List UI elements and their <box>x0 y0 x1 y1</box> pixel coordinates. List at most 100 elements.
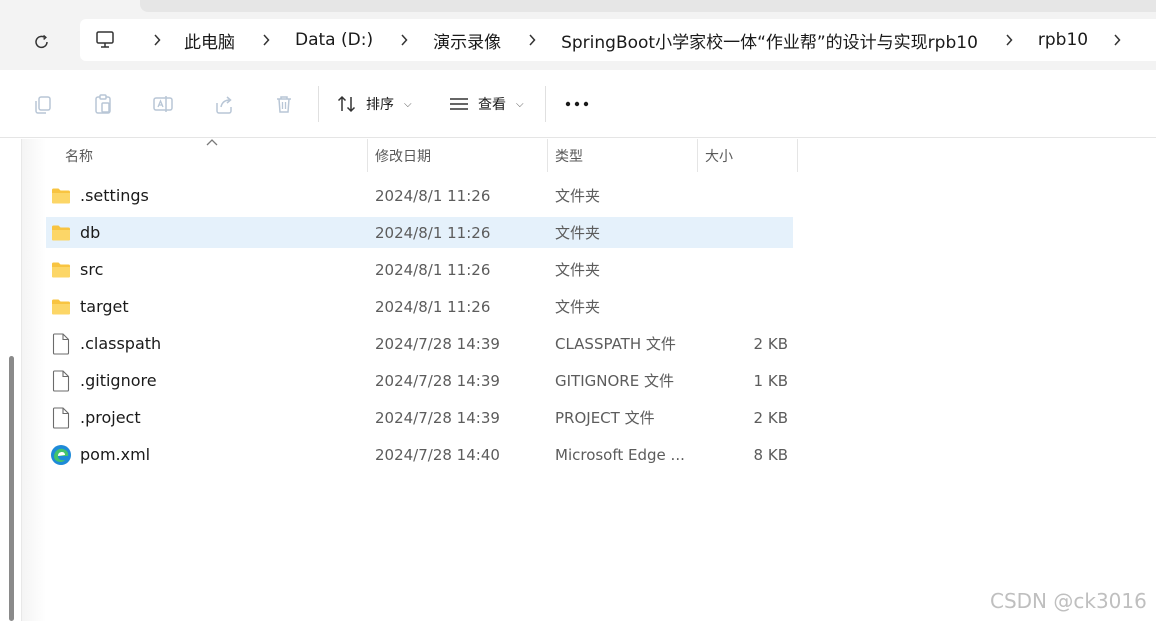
file-modified-date: 2024/8/1 11:26 <box>375 297 491 316</box>
chevron-right-icon[interactable] <box>1102 33 1132 47</box>
file-icon <box>50 332 72 355</box>
rename-button[interactable] <box>151 92 175 116</box>
folder-icon <box>50 185 72 207</box>
address-bar[interactable]: 此电脑 Data (D:) 演示录像 SpringBoot小学家校一体“作业帮”… <box>80 19 1156 61</box>
chevron-right-icon[interactable] <box>142 33 172 47</box>
breadcrumb-project[interactable]: SpringBoot小学家校一体“作业帮”的设计与实现rpb10 <box>561 28 978 53</box>
nav-scrollbar[interactable] <box>9 356 14 621</box>
file-name-cell[interactable]: db <box>50 217 100 248</box>
column-header-size[interactable]: 大小 <box>697 139 798 172</box>
file-icon <box>50 406 72 429</box>
file-size <box>697 291 788 322</box>
file-row[interactable]: .gitignore 2024/7/28 14:39 GITIGNORE 文件 1 K… <box>46 365 793 396</box>
file-type: 文件夹 <box>555 224 601 242</box>
view-icon <box>450 98 468 110</box>
folder-icon <box>50 296 72 318</box>
column-header-name[interactable]: 名称 <box>57 139 368 172</box>
file-row[interactable]: target 2024/8/1 11:26 文件夹 <box>46 291 793 322</box>
sort-button[interactable]: 排序 ⌵ <box>336 90 412 118</box>
file-modified-date: 2024/8/1 11:26 <box>375 186 491 205</box>
watermark: CSDN @ck3016 <box>990 589 1147 613</box>
file-size: 2 KB <box>753 334 788 353</box>
file-modified-date: 2024/7/28 14:39 <box>375 371 500 390</box>
view-button[interactable]: 查看 ⌵ <box>448 90 524 118</box>
file-row[interactable]: pom.xml 2024/7/28 14:40 Microsoft Edge ...… <box>46 439 793 470</box>
file-name: target <box>80 297 129 316</box>
file-name: .classpath <box>80 334 162 353</box>
more-icon <box>565 101 589 107</box>
copy-icon <box>35 96 51 114</box>
file-row[interactable]: db 2024/8/1 11:26 文件夹 <box>46 217 793 248</box>
file-row[interactable]: .classpath 2024/7/28 14:39 CLASSPATH 文件 2 K… <box>46 328 793 359</box>
file-size: 2 KB <box>753 408 788 427</box>
file-name: pom.xml <box>80 445 151 464</box>
file-name-cell[interactable]: .project <box>50 402 141 433</box>
copy-button[interactable] <box>31 92 55 116</box>
file-type: GITIGNORE 文件 <box>555 372 674 390</box>
file-type: PROJECT 文件 <box>555 409 655 427</box>
file-name: .project <box>80 408 141 427</box>
chevron-right-icon[interactable] <box>251 33 281 47</box>
file-name: .gitignore <box>80 371 157 390</box>
sort-label: 排序 <box>366 97 394 113</box>
chevron-down-icon: ⌵ <box>516 98 524 110</box>
file-size: 1 KB <box>753 371 788 390</box>
file-name-cell[interactable]: target <box>50 291 129 322</box>
file-row[interactable]: .settings 2024/8/1 11:26 文件夹 <box>46 180 793 211</box>
sort-icon <box>337 95 356 113</box>
paste-button[interactable] <box>91 92 115 116</box>
file-type: Microsoft Edge ... <box>555 445 685 464</box>
chevron-right-icon[interactable] <box>389 33 419 47</box>
chevron-right-icon[interactable] <box>517 33 547 47</box>
file-size <box>697 217 788 248</box>
pane-separator <box>22 139 46 621</box>
file-name-cell[interactable]: pom.xml <box>50 439 150 470</box>
column-header-modified-label: 修改日期 <box>375 148 431 165</box>
file-modified-date: 2024/7/28 14:40 <box>375 445 500 464</box>
file-row[interactable]: .project 2024/7/28 14:39 PROJECT 文件 2 KB <box>46 402 793 433</box>
column-header-modified[interactable]: 修改日期 <box>367 139 548 172</box>
file-name: db <box>80 223 101 242</box>
column-header-type-label: 类型 <box>555 148 583 165</box>
file-size <box>697 180 788 211</box>
file-type: 文件夹 <box>555 261 601 279</box>
delete-button[interactable] <box>272 92 296 116</box>
file-size <box>697 254 788 285</box>
file-name-cell[interactable]: .gitignore <box>50 365 157 396</box>
file-type: 文件夹 <box>555 187 601 205</box>
share-button[interactable] <box>212 92 236 116</box>
breadcrumb-this-pc[interactable]: 此电脑 <box>184 28 235 53</box>
command-bar: 排序 ⌵ 查看 ⌵ <box>0 70 1156 138</box>
chevron-right-icon[interactable] <box>994 33 1024 47</box>
file-type: 文件夹 <box>555 298 601 316</box>
file-name-cell[interactable]: src <box>50 254 103 285</box>
breadcrumb-folder[interactable]: 演示录像 <box>433 28 501 53</box>
file-modified-date: 2024/7/28 14:39 <box>375 334 500 353</box>
file-type: CLASSPATH 文件 <box>555 335 676 353</box>
file-name-cell[interactable]: .classpath <box>50 328 161 359</box>
breadcrumb-current[interactable]: rpb10 <box>1038 30 1088 50</box>
toolbar-divider <box>318 86 319 122</box>
refresh-button[interactable] <box>28 28 56 56</box>
file-name: src <box>80 260 104 279</box>
computer-icon[interactable] <box>94 30 120 50</box>
trash-icon <box>277 96 291 113</box>
edge-icon <box>50 444 72 466</box>
share-icon <box>216 96 232 114</box>
rename-icon <box>153 96 173 112</box>
file-icon <box>50 369 72 392</box>
more-options-button[interactable] <box>563 92 591 116</box>
paste-icon <box>95 94 111 114</box>
refresh-icon <box>35 34 48 49</box>
breadcrumb-drive[interactable]: Data (D:) <box>295 30 373 50</box>
file-name-cell[interactable]: .settings <box>50 180 149 211</box>
file-size: 8 KB <box>753 445 788 464</box>
chevron-down-icon: ⌵ <box>404 98 412 110</box>
file-modified-date: 2024/7/28 14:39 <box>375 408 500 427</box>
column-header-name-label: 名称 <box>65 148 93 165</box>
column-header-type[interactable]: 类型 <box>547 139 698 172</box>
folder-icon <box>50 222 72 244</box>
file-row[interactable]: src 2024/8/1 11:26 文件夹 <box>46 254 793 285</box>
folder-icon <box>50 259 72 281</box>
tab-strip-edge <box>140 0 1156 12</box>
